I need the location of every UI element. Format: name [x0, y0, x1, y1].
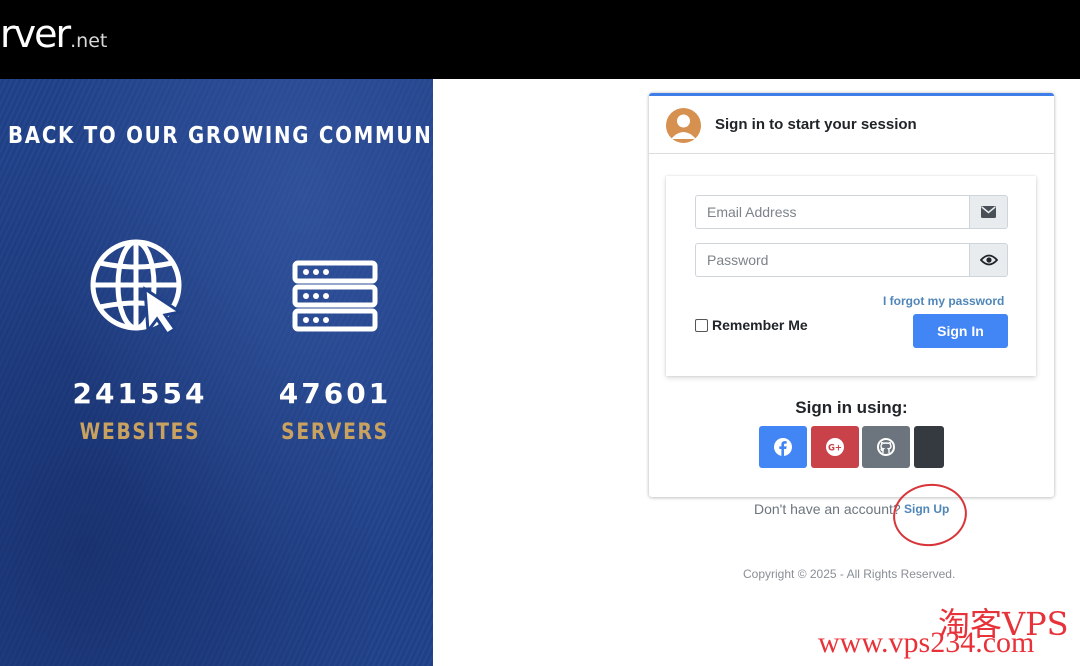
watermark-url: www.vps234.com	[818, 626, 1035, 659]
login-card: Sign in to start your session I forgot m…	[649, 93, 1054, 497]
remember-me-checkbox[interactable]	[695, 318, 708, 332]
server-rack-icon	[292, 260, 378, 332]
sign-in-button[interactable]: Sign In	[913, 314, 1008, 348]
community-hero: BACK TO OUR GROWING COMMUNITY 241554 WEB…	[0, 79, 433, 666]
eye-icon[interactable]	[969, 244, 1007, 276]
forgot-password-link[interactable]: I forgot my password	[883, 294, 1004, 308]
email-input[interactable]	[696, 196, 969, 228]
facebook-login-button[interactable]	[759, 426, 807, 468]
envelope-icon	[969, 196, 1007, 228]
other-login-button[interactable]	[914, 426, 944, 468]
user-avatar-icon	[666, 108, 701, 143]
top-bar: rver.net	[0, 0, 1080, 79]
google-plus-icon: G+	[826, 438, 844, 456]
no-account-text: Don't have an account?	[754, 501, 901, 517]
remember-me-label: Remember Me	[712, 317, 808, 333]
stat-number: 47601	[278, 377, 392, 410]
card-header: Sign in to start your session	[649, 96, 1054, 154]
globe-cursor-icon	[90, 239, 184, 337]
stat-label: SERVERS	[281, 420, 389, 445]
stat-websites: 241554 WEBSITES	[55, 239, 225, 445]
hero-title: BACK TO OUR GROWING COMMUNITY	[8, 123, 433, 149]
facebook-icon	[774, 438, 792, 456]
password-field	[695, 243, 1008, 277]
github-icon	[877, 438, 895, 456]
stat-servers: 47601 SERVERS	[250, 239, 420, 445]
stat-number: 241554	[72, 377, 208, 410]
remember-me[interactable]: Remember Me	[695, 317, 808, 333]
email-field	[695, 195, 1008, 229]
card-title: Sign in to start your session	[715, 116, 917, 133]
sign-in-using-label: Sign in using:	[795, 398, 908, 417]
stat-label: WEBSITES	[79, 420, 201, 445]
logo-tld: .net	[70, 30, 108, 52]
svg-text:G+: G+	[828, 444, 842, 454]
site-logo[interactable]: rver.net	[0, 12, 107, 56]
logo-text: rver	[0, 12, 71, 56]
copyright-text: Copyright © 2025 - All Rights Reserved.	[743, 567, 956, 581]
login-form: I forgot my password Remember Me Sign In	[666, 176, 1036, 376]
github-login-button[interactable]	[862, 426, 910, 468]
google-plus-login-button[interactable]: G+	[811, 426, 859, 468]
password-input[interactable]	[696, 244, 969, 276]
